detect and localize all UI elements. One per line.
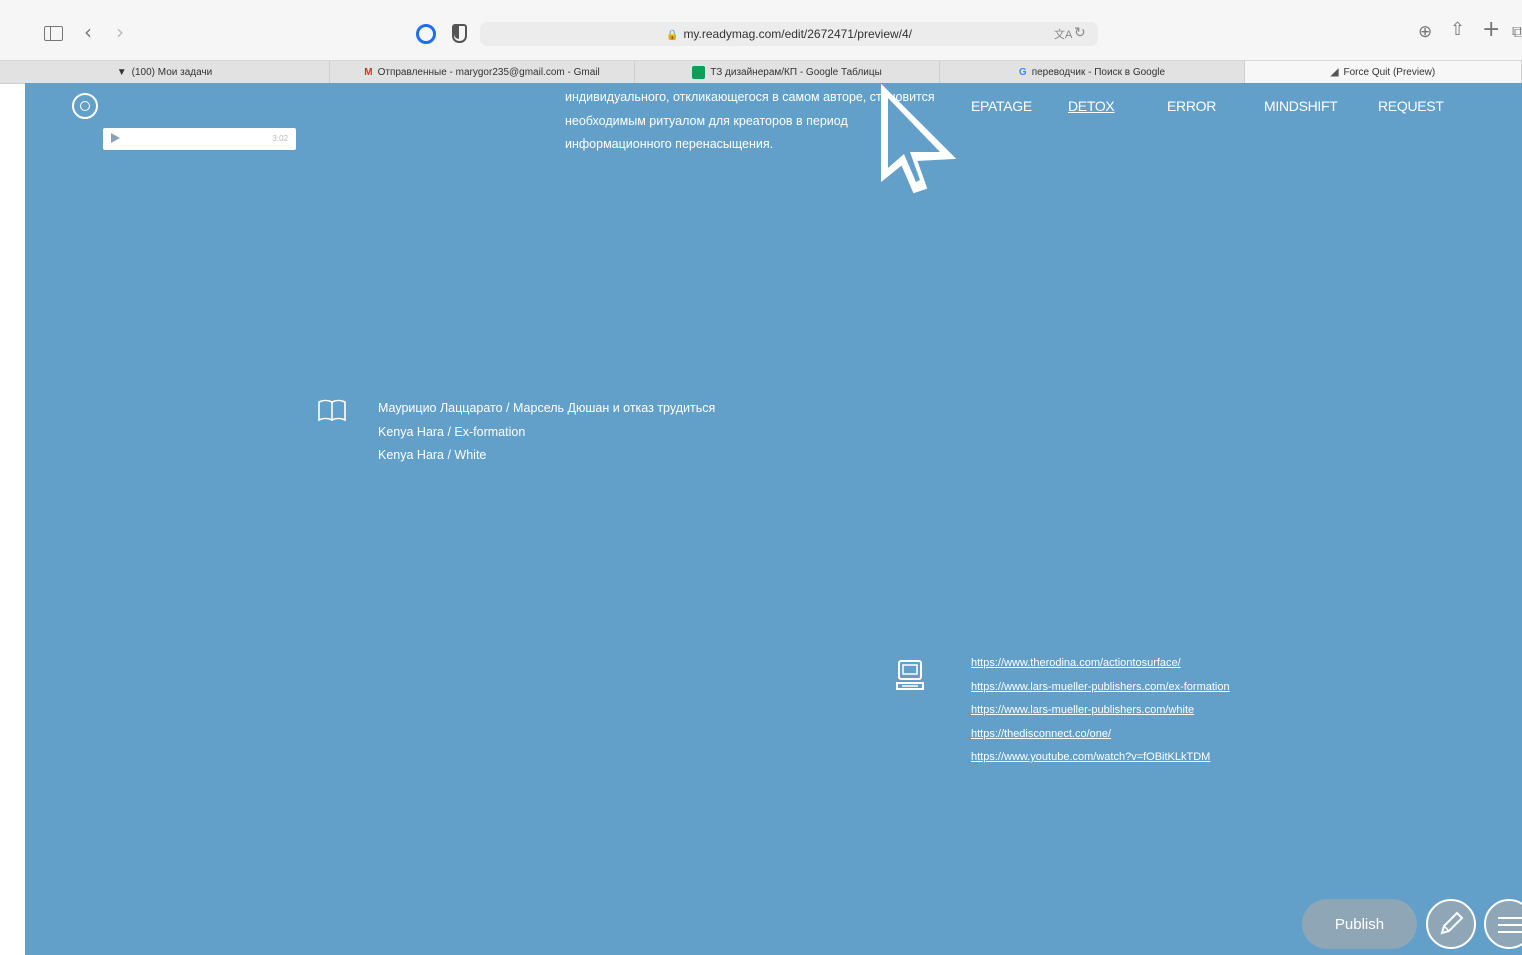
mouse-cursor-icon (881, 84, 957, 194)
tab-overview-icon[interactable]: ⧉ (1512, 22, 1522, 42)
sheets-icon (692, 65, 706, 79)
reload-icon[interactable]: ↻ (1074, 24, 1086, 41)
back-icon[interactable]: ‹ (84, 22, 92, 42)
nav-epatage[interactable]: EPATAGE (971, 98, 1032, 114)
play-icon[interactable] (111, 133, 120, 143)
new-tab-icon[interactable]: + (1482, 19, 1500, 41)
external-link[interactable]: https://thedisconnect.co/one/ (971, 723, 1230, 747)
gmail-icon: M (364, 66, 373, 78)
tab-google-search[interactable]: Gпереводчик - Поиск в Google (940, 61, 1245, 83)
privacy-shield-icon[interactable] (452, 24, 467, 43)
reference-item: Маурицио Лаццарато / Марсель Дюшан и отк… (378, 401, 716, 415)
forward-icon[interactable]: › (116, 22, 124, 42)
menu-line (1498, 917, 1522, 919)
tab-label: Force Quit (Preview) (1343, 66, 1436, 78)
nav-error[interactable]: ERROR (1167, 98, 1216, 114)
computer-icon (896, 660, 924, 690)
tab-bar: ▼ (100) Мои задачи M Отправленные - marygo… (0, 60, 1522, 84)
menu-line (1498, 924, 1522, 926)
tab-label: Отправленные - marygor235@gmail.com - Gm… (377, 66, 600, 78)
preview-icon: ◢ (1330, 66, 1339, 78)
download-icon[interactable]: ⊕ (1418, 22, 1432, 42)
edit-button[interactable] (1426, 899, 1476, 949)
tab-label: переводчик - Поиск в Google (1031, 66, 1166, 78)
nav-detox[interactable]: DETOX (1068, 98, 1115, 114)
menu-button[interactable] (1484, 899, 1522, 949)
browser-toolbar: ‹ › 🔒 my.readymag.com/edit/2672471/previe… (0, 0, 1522, 60)
sidebar-toggle-icon[interactable] (44, 26, 63, 41)
reference-item: Kenya Hara / White (378, 448, 487, 462)
page-canvas: 3:02 индивидуального, откликающегося в с… (25, 83, 1522, 955)
share-icon[interactable]: ⇧ (1450, 20, 1465, 40)
tab-gmail[interactable]: M Отправленные - marygor235@gmail.com - G… (330, 61, 635, 83)
audio-time: 3:02 (272, 134, 288, 143)
task-icon: ▼ (116, 66, 127, 78)
clock-icon[interactable] (72, 93, 98, 119)
reference-item: Kenya Hara / Ex-formation (378, 424, 526, 439)
references-list: Маурицио Лаццарато / Марсель Дюшан и отк… (378, 397, 715, 468)
address-bar[interactable]: 🔒 my.readymag.com/edit/2672471/preview/4/… (480, 22, 1098, 46)
tab-label: (100) Мои задачи (131, 66, 213, 78)
external-link[interactable]: https://www.youtube.com/watch?v=fOBitKLk… (971, 746, 1230, 770)
tab-tasks[interactable]: ▼ (100) Мои задачи (0, 61, 330, 83)
tab-sheets[interactable]: ТЗ дизайнерам/КП - Google Таблицы (635, 61, 940, 83)
links-list: https://www.therodina.com/actiontosurfac… (971, 652, 1230, 770)
tab-preview[interactable]: ◢ Force Quit (Preview) (1245, 61, 1522, 83)
pencil-icon (1440, 911, 1464, 935)
audio-player[interactable]: 3:02 (103, 128, 296, 150)
tab-label: ТЗ дизайнерам/КП - Google Таблицы (710, 66, 882, 78)
menu-line (1498, 931, 1522, 933)
external-link[interactable]: https://www.lars-mueller-publishers.com/… (971, 699, 1230, 723)
publish-button[interactable]: Publish (1302, 899, 1417, 949)
nav-request[interactable]: REQUEST (1378, 98, 1444, 114)
nav-mindshift[interactable]: MINDSHIFT (1264, 98, 1338, 114)
translate-icon[interactable]: 文A (1054, 26, 1072, 42)
book-icon (318, 399, 346, 422)
external-link[interactable]: https://www.lars-mueller-publishers.com/… (971, 676, 1230, 700)
external-link[interactable]: https://www.therodina.com/actiontosurfac… (971, 652, 1230, 676)
opera-extension-icon[interactable] (416, 24, 436, 44)
google-icon: G (1018, 66, 1027, 78)
url-text: my.readymag.com/edit/2672471/preview/4/ (683, 27, 912, 41)
lock-icon: 🔒 (665, 30, 679, 41)
